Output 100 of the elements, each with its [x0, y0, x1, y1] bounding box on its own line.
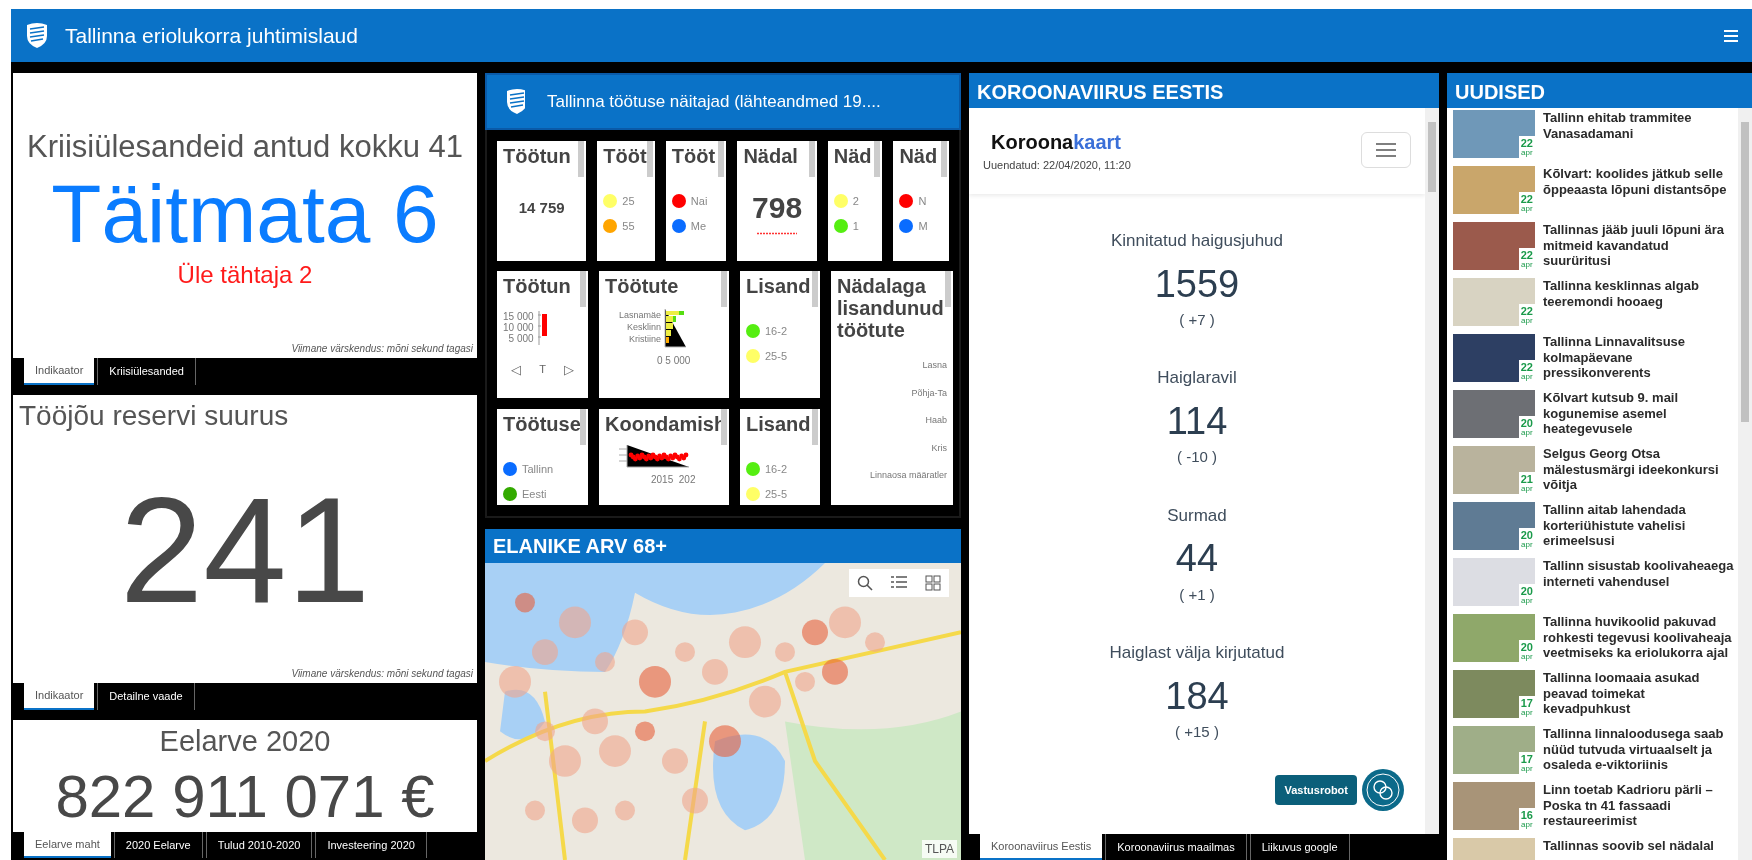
widget-title: Nädalaga lisandunud töötute	[837, 275, 945, 341]
shield-logo-icon	[25, 22, 49, 49]
date-badge: 22 apr	[1518, 192, 1535, 214]
legend-label: N	[918, 194, 927, 209]
news-link[interactable]: Selgus Georg Otsa mälestusmärgi ideekonkursi võitja	[1543, 446, 1734, 497]
chat-button[interactable]: Vastusrobot	[1275, 774, 1357, 806]
photo-placeholder[interactable]: 20 apr	[1453, 390, 1535, 438]
scrollbar-thumb[interactable]	[578, 141, 585, 177]
axis-label: Lasnamäe	[619, 309, 662, 321]
widget-title: Näd	[833, 145, 873, 167]
category-label: Põhja-Ta	[910, 386, 947, 400]
axis-label: Kesklinn	[626, 321, 662, 333]
photo-placeholder[interactable]: 22 apr	[1453, 222, 1535, 270]
photo-placeholder[interactable]: 20 apr	[1453, 614, 1535, 662]
scrollbar-thumb[interactable]	[945, 271, 951, 307]
stat-value: 184	[1164, 673, 1230, 719]
panel-header: KOROONAVIIRUS EESTIS	[969, 73, 1439, 108]
menu-icon	[1376, 143, 1396, 157]
category-label: Linnaosa määratler	[868, 469, 947, 482]
legend-label: Me	[690, 218, 707, 234]
scrollbar-thumb[interactable]	[721, 409, 727, 445]
date-badge: 22 apr	[1518, 248, 1535, 270]
date-badge: 17 apr	[1518, 696, 1535, 718]
tab[interactable]: Eelarve maht	[24, 832, 111, 858]
photo-placeholder[interactable]: 17 apr	[1453, 670, 1535, 718]
news-link[interactable]: Linn toetab Kadrioru pärli – Poska tn 41 fassaadi restaureerimist	[1543, 782, 1734, 833]
category-label: Haab	[924, 414, 947, 427]
scrollbar-thumb[interactable]	[812, 409, 818, 445]
news-link[interactable]: Tallinn aitab lahendada korteriühistute vahelisi erimeelsusi	[1543, 502, 1734, 553]
tab[interactable]: Liikuvus google	[1249, 834, 1350, 860]
menu-button[interactable]	[1361, 132, 1411, 168]
news-link[interactable]: Tallinnas jääb juuli lõpuni ära mitmeid kavandatud suurüritusi	[1543, 222, 1734, 273]
scrollbar[interactable]	[1738, 108, 1752, 860]
photo-placeholder[interactable]: 22 apr	[1453, 110, 1535, 158]
tab[interactable]: Koroonaviirus Eestis	[980, 834, 1103, 860]
scrollbar-thumb[interactable]	[874, 141, 881, 177]
widget-title: Tööt	[671, 145, 717, 167]
scrollbar-thumb[interactable]	[721, 271, 727, 307]
date-badge: 20 apr	[1518, 640, 1535, 662]
tab[interactable]: Investeering 2020	[315, 832, 427, 858]
legend-label: 16-2	[765, 462, 788, 477]
stat-label: Haiglast välja kirjutatud	[1108, 642, 1286, 665]
category-label: Lasna	[921, 359, 947, 372]
photo-placeholder[interactable]: 22 apr	[1453, 278, 1535, 326]
scrollbar-thumb[interactable]	[580, 271, 586, 307]
scrollbar-thumb[interactable]	[646, 141, 653, 177]
scrollbar-thumb[interactable]	[580, 409, 586, 445]
axis-label: 5 000	[507, 333, 534, 344]
indicator-value: Täitmata 6	[51, 170, 439, 257]
next-button[interactable]: ▷	[563, 362, 574, 376]
scrollbar[interactable]	[1425, 108, 1439, 834]
list-icon[interactable]	[891, 575, 907, 591]
scrollbar-thumb[interactable]	[808, 141, 815, 177]
news-link[interactable]: Tallinna loomaaia asukad peavad toimekat kevadpuhkust	[1543, 670, 1734, 721]
previous-button[interactable]: ◁	[511, 362, 522, 376]
news-link[interactable]: Tallinna Linnavalitsuse kolmapäevane pressikonverents	[1543, 334, 1734, 385]
news-link[interactable]: Tallinn sisustab koolivaheaega interneti vahendusel	[1543, 558, 1734, 609]
tab[interactable]: Indikaator	[24, 683, 95, 710]
news-link[interactable]: Tallinna linnaloodusega saab nüüd tutvuda virtuaalselt ja osaleda e-viktoriinis	[1543, 726, 1734, 777]
tab[interactable]: 2020 Eelarve	[113, 832, 203, 858]
photo-placeholder[interactable]: 17 apr	[1453, 726, 1535, 774]
news-link[interactable]: Tallinn ehitab trammitee Vanasadamani	[1543, 110, 1734, 161]
date-badge: 22 apr	[1518, 360, 1535, 382]
photo-placeholder[interactable]: 20 apr	[1453, 502, 1535, 550]
photo-placeholder[interactable]: 16 apr	[1453, 782, 1535, 830]
scrollbar-thumb[interactable]	[812, 271, 818, 307]
chat-bubbles-icon[interactable]	[1361, 768, 1405, 812]
date-badge: 21 apr	[1518, 472, 1535, 494]
menu-icon[interactable]	[1724, 28, 1738, 43]
news-link[interactable]: Kõlvart kutsub 9. mail kogunemise asemel heategevusele	[1543, 390, 1734, 441]
stat-value: 44	[1174, 536, 1220, 582]
indicator-value: 822 911 071 €	[55, 763, 435, 830]
news-link[interactable]: Tallinna kesklinnas algab teeremondi hooaeg	[1543, 278, 1734, 329]
stat-change: ( +1 )	[1178, 584, 1216, 605]
widget-title: Koondamish	[605, 413, 723, 435]
axis-label: 0 5 000	[657, 354, 692, 368]
tab[interactable]: Detailne vaade	[97, 683, 195, 710]
tab[interactable]: Tulud 2010-2020	[205, 832, 313, 858]
scrollbar-thumb[interactable]	[718, 141, 725, 177]
tab[interactable]: Kriisiülesanded	[97, 358, 196, 385]
legend-label: 55	[622, 218, 635, 234]
news-link[interactable]: Tallinnas soovib sel nädalal	[1543, 838, 1714, 860]
indicator-title: Tööjõu reservi suurus	[18, 399, 289, 433]
news-link[interactable]: Kõlvart: koolides jätkub selle õppeaasta lõpuni distantsõpe	[1543, 166, 1734, 217]
news-link[interactable]: Tallinna huvikoolid pakuvad rohkesti tegevusi koolivaheaja veetmiseks ka eriolukorra ajal	[1543, 614, 1734, 665]
legend-label: Tallinn	[522, 462, 554, 477]
stat-value: 114	[1165, 398, 1229, 444]
photo-placeholder[interactable]: 21 apr	[1453, 446, 1535, 494]
search-icon[interactable]	[857, 575, 873, 591]
stat-value: 1559	[1153, 261, 1241, 307]
photo-placeholder[interactable]: 22 apr	[1453, 334, 1535, 382]
date-badge: 22 apr	[1518, 304, 1535, 326]
tab[interactable]: Indikaator	[24, 358, 95, 385]
grid-icon[interactable]	[925, 575, 941, 591]
scrollbar-thumb[interactable]	[941, 141, 947, 177]
tab[interactable]: Koroonaviirus maailmas	[1105, 834, 1247, 860]
photo-placeholder[interactable]: 22 apr	[1453, 166, 1535, 214]
date-badge: 22 apr	[1518, 136, 1535, 158]
photo-placeholder[interactable]: 20 apr	[1453, 558, 1535, 606]
date-badge: 16 apr	[1518, 808, 1535, 830]
